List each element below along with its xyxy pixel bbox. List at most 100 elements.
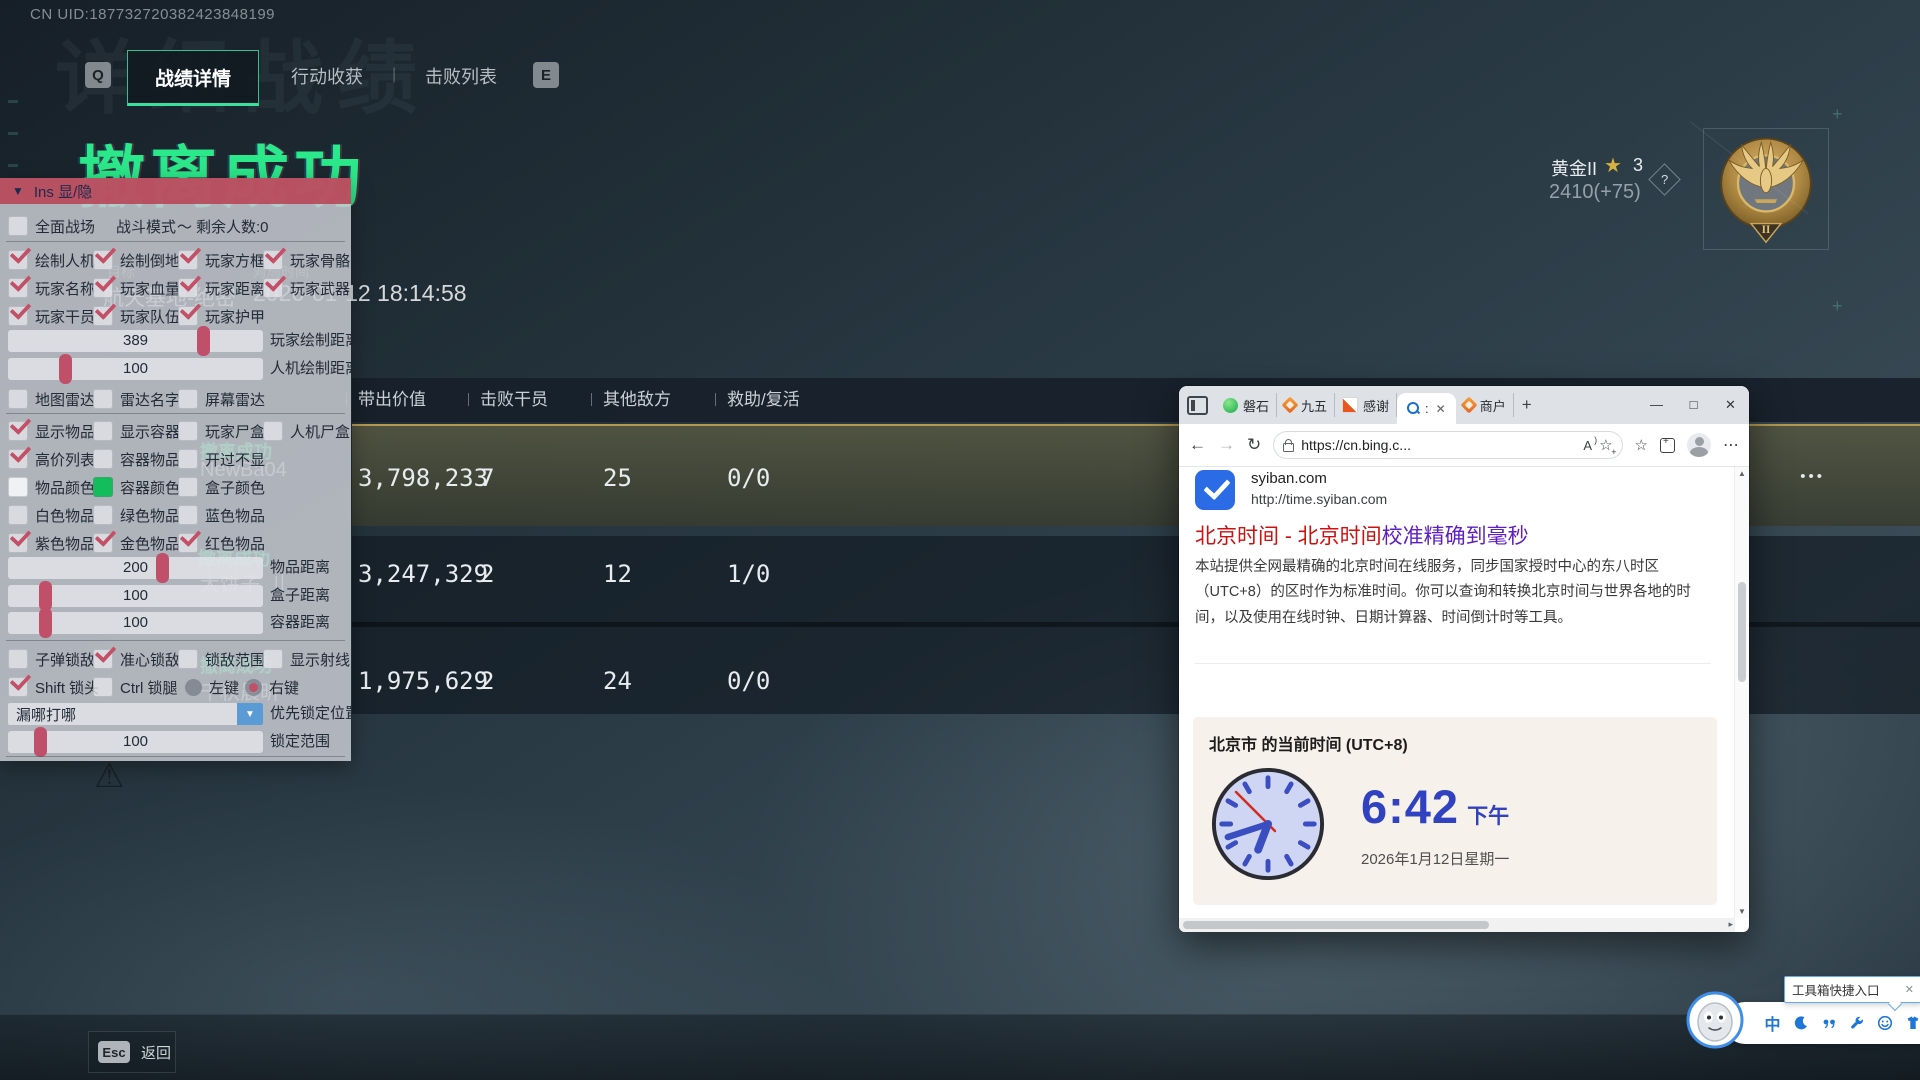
menu-checkbox[interactable]: 玩家名称 [8, 276, 95, 300]
close-tab-icon[interactable]: ✕ [1436, 402, 1446, 416]
forward-button[interactable]: → [1218, 435, 1235, 455]
menu-checkbox[interactable]: 白色物品 [8, 503, 95, 527]
menu-checkbox[interactable]: 紫色物品 [8, 531, 95, 555]
refresh-button[interactable]: ↻ [1247, 435, 1261, 455]
browser-tab[interactable]: 九五 [1277, 393, 1335, 417]
tab-action-loot[interactable]: 行动收获 [268, 50, 386, 102]
menu-checkbox[interactable]: 全面战场 [8, 214, 95, 238]
maximize-button[interactable]: □ [1675, 386, 1712, 424]
mouse-left-radio[interactable]: 左键 [185, 675, 239, 699]
menu-checkbox[interactable]: 蓝色物品 [178, 503, 265, 527]
menu-checkbox[interactable]: 锁敌范围 [178, 647, 265, 671]
vertical-scrollbar[interactable]: ▲ ▼ [1734, 467, 1749, 918]
color-swatch[interactable] [178, 477, 198, 497]
browser-tab[interactable]: 商户 [1456, 393, 1514, 417]
address-bar[interactable]: https://cn.bing.c... A ☆ [1273, 431, 1622, 459]
ai-draw-distance-slider[interactable]: 100 [8, 358, 263, 380]
slider-handle[interactable] [34, 727, 47, 757]
color-picker[interactable]: 容器颜色 [93, 475, 180, 499]
menu-checkbox[interactable]: Ctrl 锁腿 [93, 675, 178, 699]
mouse-right-radio[interactable]: 右键 [245, 675, 299, 699]
browser-tab[interactable]: 磐石 [1216, 393, 1277, 417]
result-url[interactable]: http://time.syiban.com [1251, 491, 1387, 507]
tab-kill-list[interactable]: 击败列表 [402, 50, 520, 102]
color-picker[interactable]: 盒子颜色 [178, 475, 265, 499]
menu-checkbox[interactable]: 玩家队伍 [93, 304, 180, 328]
color-picker[interactable]: 物品颜色 [8, 475, 95, 499]
menu-checkbox[interactable]: 雷达名字 [93, 387, 180, 411]
menu-checkbox[interactable]: 玩家尸盒 [178, 419, 265, 443]
menu-checkbox[interactable]: 玩家血量 [93, 276, 180, 300]
close-icon[interactable]: ✕ [1905, 983, 1914, 996]
priority-dropdown[interactable]: 漏哪打哪 ▼ [8, 703, 263, 725]
shirt-icon[interactable] [1904, 1015, 1920, 1032]
color-swatch[interactable] [8, 477, 28, 497]
slider-handle[interactable] [39, 581, 52, 611]
menu-checkbox[interactable]: 容器物品 [93, 447, 180, 471]
slider-handle[interactable] [156, 553, 169, 583]
menu-checkbox[interactable]: 绿色物品 [93, 503, 180, 527]
box-distance-slider[interactable]: 100 [8, 585, 263, 607]
menu-checkbox[interactable]: 开过不显 [178, 447, 265, 471]
minimize-button[interactable]: — [1638, 386, 1675, 424]
smiley-icon[interactable] [1876, 1015, 1893, 1032]
menu-checkbox[interactable]: 玩家干员 [8, 304, 95, 328]
container-distance-slider[interactable]: 100 [8, 612, 263, 634]
moon-icon[interactable] [1792, 1015, 1809, 1032]
favorites-bar-icon[interactable]: ☆ [1635, 436, 1648, 454]
site-favicon-check[interactable] [1195, 470, 1235, 510]
new-tab-button[interactable]: + [1522, 395, 1532, 415]
menu-checkbox[interactable]: 绘制人机 [8, 248, 95, 272]
menu-checkbox[interactable]: 玩家骨骼 [263, 248, 350, 272]
horizontal-scrollbar[interactable]: ▸ [1179, 918, 1735, 932]
quotes-icon[interactable] [1820, 1015, 1837, 1032]
browser-tab-active[interactable]: :✕ [1397, 393, 1456, 424]
menu-checkbox[interactable]: 显示射线 [263, 647, 350, 671]
scroll-down-icon[interactable]: ▼ [1735, 907, 1749, 916]
menu-checkbox[interactable]: 子弹锁敌 [8, 647, 95, 671]
row-more-button[interactable]: ••• [1800, 426, 1825, 526]
profile-avatar[interactable] [1687, 433, 1711, 457]
menu-checkbox[interactable]: 屏幕雷达 [178, 387, 265, 411]
menu-checkbox[interactable]: 高价列表 [8, 447, 95, 471]
color-swatch[interactable] [93, 477, 113, 497]
chevron-down-icon[interactable]: ▼ [237, 703, 263, 725]
tab-battle-detail[interactable]: 战绩详情 [127, 50, 259, 106]
lock-range-slider[interactable]: 100 [8, 731, 263, 753]
qq-avatar[interactable] [1686, 991, 1744, 1054]
menu-checkbox[interactable]: 金色物品 [93, 531, 180, 555]
favorite-add-icon[interactable]: ☆ [1599, 436, 1612, 454]
help-button[interactable]: ? [1648, 163, 1681, 196]
player-draw-distance-slider[interactable]: 389 [8, 330, 263, 352]
menu-checkbox[interactable]: 玩家方框 [178, 248, 265, 272]
chinese-input-icon[interactable]: 中 [1764, 1015, 1781, 1032]
scrollbar-thumb[interactable] [1738, 582, 1746, 682]
item-distance-slider[interactable]: 200 [8, 557, 263, 579]
url-text[interactable]: https://cn.bing.c... [1301, 437, 1576, 453]
menu-checkbox[interactable]: 准心锁敌 [93, 647, 180, 671]
cheat-menu-header[interactable]: ▼ Ins 显/隐 [0, 178, 351, 204]
menu-checkbox[interactable]: 玩家护甲 [178, 304, 265, 328]
scroll-right-icon[interactable]: ▸ [1728, 919, 1733, 930]
slider-handle[interactable] [39, 608, 52, 638]
more-menu-icon[interactable]: ⋯ [1723, 435, 1739, 455]
back-button[interactable]: Esc 返回 [88, 1031, 176, 1073]
menu-checkbox[interactable]: Shift 锁头 [8, 675, 99, 699]
menu-checkbox[interactable]: 玩家距离 [178, 276, 265, 300]
browser-tab[interactable]: 感谢 [1335, 393, 1397, 417]
result-domain[interactable]: syiban.com [1251, 470, 1327, 487]
menu-checkbox[interactable]: 地图雷达 [8, 387, 95, 411]
menu-checkbox[interactable]: 绘制倒地 [93, 248, 180, 272]
collections-icon[interactable] [1660, 438, 1675, 453]
menu-checkbox[interactable]: 显示物品 [8, 419, 95, 443]
slider-handle[interactable] [197, 326, 210, 356]
scroll-up-icon[interactable]: ▲ [1735, 469, 1749, 478]
scrollbar-thumb[interactable] [1183, 921, 1489, 929]
menu-checkbox[interactable]: 玩家武器 [263, 276, 350, 300]
result-title-link[interactable]: 北京时间 - 北京时间校准精确到毫秒 [1195, 520, 1529, 550]
back-button[interactable]: ← [1189, 435, 1206, 455]
menu-checkbox[interactable]: 人机尸盒 [263, 419, 350, 443]
slider-handle[interactable] [59, 354, 72, 384]
menu-checkbox[interactable]: 显示容器 [93, 419, 180, 443]
menu-checkbox[interactable]: 红色物品 [178, 531, 265, 555]
